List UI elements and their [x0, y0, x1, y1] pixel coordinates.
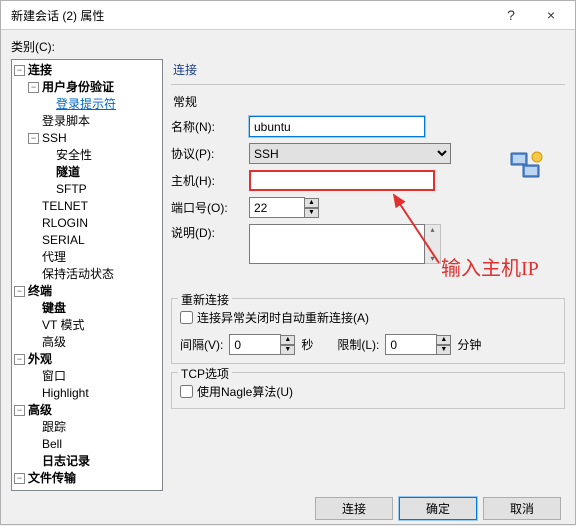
tree-keepalive[interactable]: 保持活动状态 — [42, 266, 114, 283]
name-input[interactable] — [249, 116, 425, 137]
window-title: 新建会话 (2) 属性 — [11, 7, 491, 24]
tree-toggle-icon[interactable]: − — [14, 354, 25, 365]
tcp-group: TCP选项 使用Nagle算法(U) — [171, 372, 565, 409]
content-pane: 连接 常规 名称(N): 协议(P): SSH 主机(H): — [171, 59, 565, 491]
tree-toggle-icon[interactable]: − — [14, 65, 25, 76]
titlebar: 新建会话 (2) 属性 ? × — [1, 1, 575, 30]
tree-ssh[interactable]: SSH — [42, 130, 67, 147]
interval-unit: 秒 — [301, 336, 313, 353]
tcp-legend: TCP选项 — [178, 365, 232, 382]
tree-appearance[interactable]: 外观 — [28, 351, 52, 368]
tree-proxy[interactable]: 代理 — [42, 249, 66, 266]
interval-spinner[interactable]: ▲▼ — [280, 335, 295, 355]
name-label: 名称(N): — [171, 118, 249, 135]
tree-security[interactable]: 安全性 — [56, 147, 92, 164]
nagle-checkbox[interactable] — [180, 385, 193, 398]
tree-connection[interactable]: 连接 — [28, 62, 52, 79]
connect-button[interactable]: 连接 — [315, 497, 393, 520]
interval-label: 间隔(V): — [180, 336, 223, 353]
tree-toggle-icon[interactable]: − — [14, 473, 25, 484]
tree-terminal[interactable]: 终端 — [28, 283, 52, 300]
category-label: 类别(C): — [11, 38, 565, 55]
tree-login-prompt[interactable]: 登录提示符 — [56, 96, 116, 113]
panel-title: 连接 — [173, 61, 565, 78]
port-spinner[interactable]: ▲▼ — [304, 198, 319, 218]
port-label: 端口号(O): — [171, 199, 249, 216]
port-input[interactable] — [249, 197, 305, 218]
tree-trace[interactable]: 跟踪 — [42, 419, 66, 436]
host-label: 主机(H): — [171, 172, 249, 189]
tree-login-script[interactable]: 登录脚本 — [42, 113, 90, 130]
tree-sftp[interactable]: SFTP — [56, 181, 87, 198]
tree-transfer[interactable]: 文件传输 — [28, 470, 76, 487]
general-section-label: 常规 — [173, 93, 565, 110]
description-textarea[interactable] — [249, 224, 425, 264]
divider — [171, 84, 565, 85]
tree-window[interactable]: 窗口 — [42, 368, 66, 385]
dialog-footer: 连接 确定 取消 — [11, 491, 565, 522]
tree-toggle-icon[interactable]: − — [14, 405, 25, 416]
ok-button[interactable]: 确定 — [399, 497, 477, 520]
reconnect-legend: 重新连接 — [178, 291, 232, 308]
tree-highlight[interactable]: Highlight — [42, 385, 89, 402]
tree-tunnel[interactable]: 隧道 — [56, 164, 80, 181]
auto-reconnect-label: 连接异常关闭时自动重新连接(A) — [197, 309, 369, 326]
help-button[interactable]: ? — [491, 1, 531, 29]
protocol-select[interactable]: SSH — [249, 143, 451, 164]
desc-label: 说明(D): — [171, 224, 249, 241]
auto-reconnect-checkbox[interactable] — [180, 311, 193, 324]
protocol-label: 协议(P): — [171, 145, 249, 162]
tree-bell[interactable]: Bell — [42, 436, 62, 453]
tree-telnet[interactable]: TELNET — [42, 198, 88, 215]
category-tree[interactable]: −连接 −用户身份验证 登录提示符 登录脚本 −SSH 安全性 隧道 — [11, 59, 163, 491]
network-icon — [509, 149, 543, 183]
tree-keyboard[interactable]: 键盘 — [42, 300, 66, 317]
limit-input[interactable] — [385, 334, 437, 355]
close-button[interactable]: × — [531, 1, 571, 29]
tree-advanced[interactable]: 高级 — [28, 402, 52, 419]
tree-adv1[interactable]: 高级 — [42, 334, 66, 351]
tree-serial[interactable]: SERIAL — [42, 232, 85, 249]
tree-auth[interactable]: 用户身份验证 — [42, 79, 114, 96]
tree-log[interactable]: 日志记录 — [42, 453, 90, 470]
limit-spinner[interactable]: ▲▼ — [436, 335, 451, 355]
tree-rlogin[interactable]: RLOGIN — [42, 215, 88, 232]
session-properties-dialog: 新建会话 (2) 属性 ? × 类别(C): −连接 −用户身份验证 登录提示符 — [0, 0, 576, 525]
tree-toggle-icon[interactable]: − — [28, 133, 39, 144]
tree-toggle-icon[interactable]: − — [28, 82, 39, 93]
tree-vt[interactable]: VT 模式 — [42, 317, 84, 334]
cancel-button[interactable]: 取消 — [483, 497, 561, 520]
limit-label: 限制(L): — [337, 336, 379, 353]
host-input[interactable] — [249, 170, 435, 191]
tree-toggle-icon[interactable]: − — [14, 286, 25, 297]
limit-unit: 分钟 — [457, 336, 481, 353]
scrollbar[interactable]: ▴▾ — [425, 224, 441, 264]
interval-input[interactable] — [229, 334, 281, 355]
nagle-label: 使用Nagle算法(U) — [197, 383, 293, 400]
reconnect-group: 重新连接 连接异常关闭时自动重新连接(A) 间隔(V): ▲▼ 秒 限制(L — [171, 298, 565, 364]
